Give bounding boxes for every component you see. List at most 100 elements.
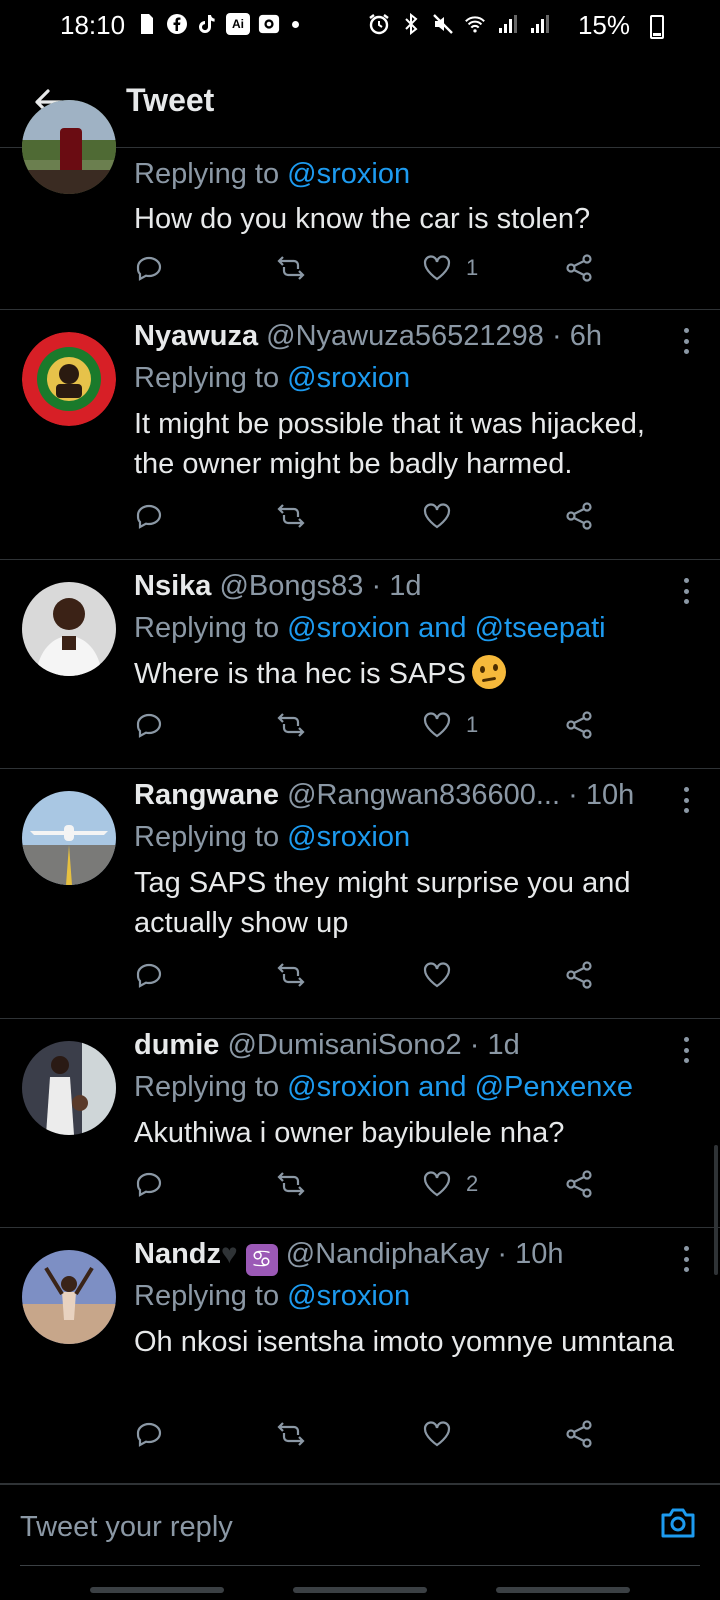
display-name[interactable]: Nsika	[134, 570, 211, 602]
battery-charging-icon	[650, 15, 664, 39]
cancer-zodiac-emoji: ♋	[245, 1244, 278, 1276]
tweet-time: 1d	[487, 1029, 520, 1061]
like-button[interactable]	[422, 496, 466, 536]
reply-button[interactable]	[134, 496, 164, 536]
user-handle[interactable]: @Rangwan836600...	[287, 779, 560, 811]
share-button[interactable]	[564, 1164, 594, 1204]
tweet-text: Oh nkosi isentsha imoto yomnye umntana	[134, 1326, 674, 1358]
more-options-icon[interactable]	[682, 328, 690, 354]
reply-button[interactable]	[134, 955, 164, 995]
avatar[interactable]	[22, 332, 116, 426]
nav-recents-button[interactable]	[90, 1587, 224, 1593]
replying-label: Replying to	[134, 362, 280, 394]
replying-to: Replying to @sroxion and @Penxenxe	[134, 1071, 633, 1104]
display-name[interactable]: dumie	[134, 1029, 219, 1061]
display-name[interactable]: Rangwane	[134, 779, 279, 811]
reply-tweet[interactable]: dumie @DumisaniSono2 · 1d Replying to @s…	[0, 1019, 720, 1228]
reply-button[interactable]	[134, 1164, 164, 1204]
reply-button[interactable]	[134, 1414, 164, 1454]
avatar[interactable]	[22, 1250, 116, 1344]
replying-label: Replying to	[134, 158, 280, 190]
more-options-icon[interactable]	[682, 1246, 690, 1272]
reply-button[interactable]	[134, 705, 164, 745]
more-options-icon[interactable]	[682, 787, 690, 813]
like-button[interactable]: 2	[422, 1164, 478, 1204]
notification-icons: Ai	[136, 12, 299, 36]
retweet-icon	[277, 504, 305, 528]
mention-link[interactable]: @sroxion	[287, 1280, 410, 1312]
tweet-time: 10h	[585, 779, 635, 811]
signal-icon-1	[496, 12, 518, 36]
comment-icon	[136, 713, 162, 738]
avatar[interactable]	[22, 791, 116, 885]
mention-link[interactable]: @sroxion	[287, 158, 410, 190]
avatar[interactable]	[22, 1041, 116, 1135]
reply-input[interactable]	[20, 1499, 620, 1555]
mention-link[interactable]: @sroxion	[287, 821, 410, 853]
replying-label: Replying to	[134, 821, 280, 853]
replying-to: Replying to @sroxion	[134, 158, 410, 191]
tweet-header: Nsika @Bongs83 · 1d	[134, 570, 664, 603]
more-options-icon[interactable]	[682, 1037, 690, 1063]
like-button[interactable]: 1	[422, 705, 478, 745]
replying-to: Replying to @sroxion	[134, 362, 410, 395]
reply-tweet[interactable]: Nandz♥ ♋ @NandiphaKay · 10h Replying to …	[0, 1228, 720, 1484]
mention-link[interactable]: @sroxion and @tseepati	[287, 612, 605, 644]
like-button[interactable]	[422, 955, 466, 995]
retweet-button[interactable]	[276, 1414, 306, 1454]
retweet-button[interactable]	[276, 1164, 306, 1204]
reply-tweet[interactable]: Replying to @sroxion How do you know the…	[0, 100, 720, 310]
separator-dot: ·	[469, 1029, 480, 1061]
retweet-button[interactable]	[276, 955, 306, 995]
share-icon	[566, 961, 592, 989]
reply-tweet[interactable]: Nsika @Bongs83 · 1d Replying to @sroxion…	[0, 560, 720, 769]
retweet-button[interactable]	[276, 248, 306, 288]
share-button[interactable]	[564, 705, 594, 745]
tweet-time: 10h	[515, 1238, 564, 1270]
share-button[interactable]	[564, 496, 594, 536]
replying-label: Replying to	[134, 612, 280, 644]
like-button[interactable]: 1	[422, 248, 478, 288]
mention-link[interactable]: @sroxion and @Penxenxe	[287, 1071, 633, 1103]
user-handle[interactable]: @Nyawuza56521298	[266, 320, 544, 352]
alarm-icon	[368, 12, 390, 36]
reply-tweet[interactable]: Nyawuza @Nyawuza56521298 · 6h Replying t…	[0, 310, 720, 560]
sim-card-icon	[136, 12, 158, 36]
display-name[interactable]: Nandz	[134, 1238, 221, 1270]
more-options-icon[interactable]	[682, 578, 690, 604]
heart-icon	[423, 503, 451, 529]
scrollbar[interactable]	[714, 1145, 718, 1275]
gallery-app-icon	[258, 12, 280, 36]
nav-home-button[interactable]	[293, 1587, 427, 1593]
retweet-button[interactable]	[276, 496, 306, 536]
tweet-header: Rangwane @Rangwan836600... · 10h	[134, 779, 664, 812]
comment-icon	[136, 1422, 162, 1447]
tweet-header: dumie @DumisaniSono2 · 1d	[134, 1029, 664, 1062]
tweet-time: 6h	[569, 320, 602, 352]
nav-back-button[interactable]	[496, 1587, 630, 1593]
tweet-actions	[134, 496, 614, 536]
retweet-button[interactable]	[276, 705, 306, 745]
tiktok-icon	[196, 12, 218, 36]
avatar[interactable]	[22, 582, 116, 676]
camera-button[interactable]	[658, 1503, 698, 1543]
replying-label: Replying to	[134, 1071, 280, 1103]
mention-link[interactable]: @sroxion	[287, 362, 410, 394]
user-handle[interactable]: @DumisaniSono2	[227, 1029, 461, 1061]
like-button[interactable]	[422, 1414, 466, 1454]
user-handle[interactable]: @Bongs83	[219, 570, 363, 602]
reply-button[interactable]	[134, 248, 164, 288]
share-button[interactable]	[564, 248, 594, 288]
share-button[interactable]	[564, 1414, 594, 1454]
signal-icon-2	[528, 12, 550, 36]
user-handle[interactable]: @NandiphaKay	[286, 1238, 490, 1270]
more-notifications-dot	[292, 20, 299, 28]
avatar[interactable]	[22, 100, 116, 194]
bluetooth-icon	[400, 12, 422, 36]
share-button[interactable]	[564, 955, 594, 995]
reply-tweet[interactable]: Rangwane @Rangwan836600... · 10h Replyin…	[0, 769, 720, 1019]
display-name[interactable]: Nyawuza	[134, 320, 258, 352]
tweet-actions	[134, 1414, 614, 1454]
camera-icon	[661, 1508, 695, 1538]
mute-icon	[432, 12, 454, 36]
